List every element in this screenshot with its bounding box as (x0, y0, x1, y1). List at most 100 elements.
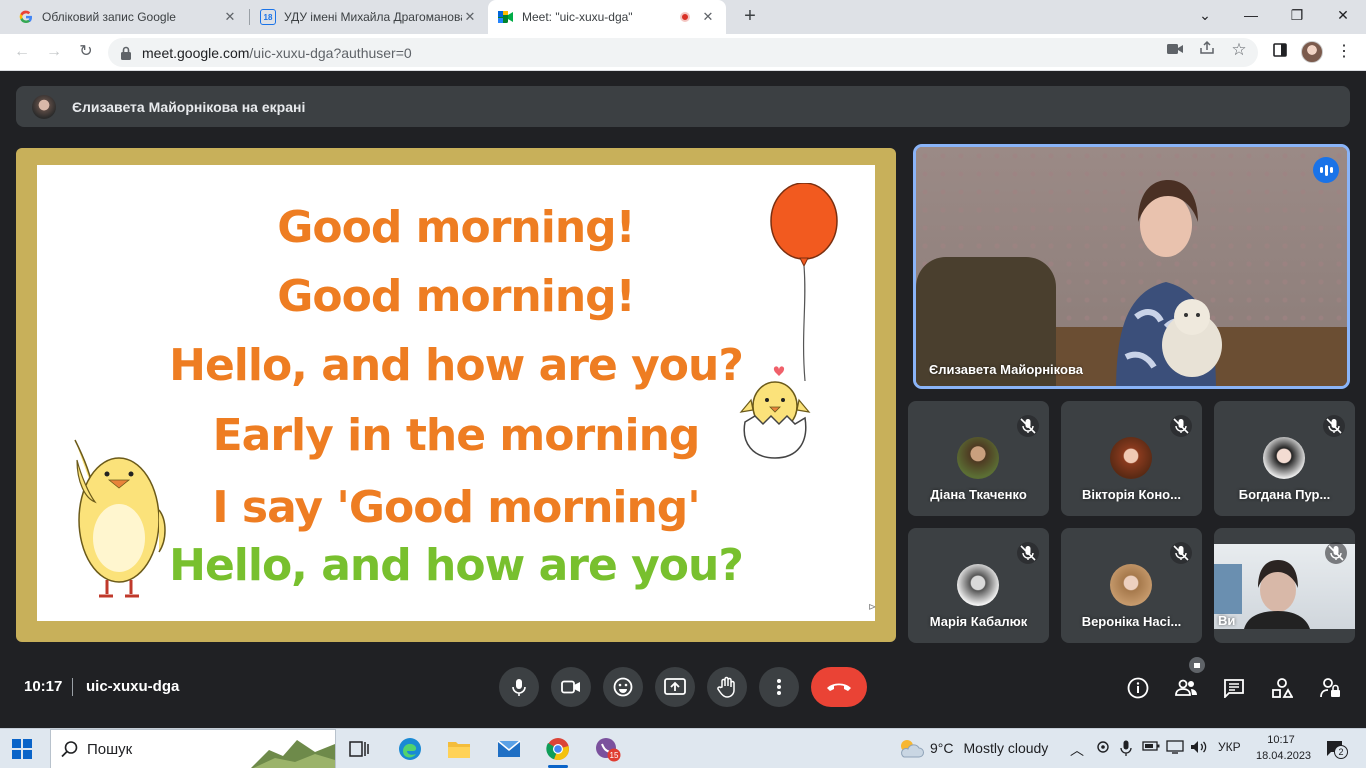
avatar (957, 437, 999, 479)
more-options-button[interactable] (759, 667, 799, 707)
presentation-stage[interactable]: Good morning! Good morning! Hello, and h… (16, 148, 896, 642)
tab-university[interactable]: 18 УДУ імені Михайла Драгоманова ✕ (250, 0, 488, 34)
tray-network-icon[interactable] (1166, 740, 1184, 757)
close-window-icon[interactable]: ✕ (1320, 0, 1366, 34)
meeting-details-button[interactable] (1124, 674, 1152, 702)
camera-button[interactable] (551, 667, 591, 707)
participant-name: Єлизавета Майорнікова (929, 362, 1083, 377)
presenter-avatar (32, 94, 56, 119)
side-panel-icon[interactable] (1268, 40, 1292, 64)
video-camera-icon (561, 680, 580, 694)
participant-tile[interactable]: Діана Ткаченко (908, 401, 1049, 516)
calendar-18-icon: 18 (260, 9, 276, 25)
divider (72, 678, 73, 696)
new-tab-icon[interactable]: + (738, 5, 762, 29)
avatar (957, 564, 999, 606)
slide-line-1: Good morning! (277, 202, 635, 253)
slide-line-2: Good morning! (277, 271, 635, 322)
mic-off-icon (1325, 542, 1347, 564)
address-bar[interactable]: meet.google.com/uic-xuxu-dga?authuser=0 (108, 38, 1258, 67)
mic-off-icon (1170, 542, 1192, 564)
participants-button[interactable] (1172, 674, 1200, 702)
url-host: meet.google.com (142, 44, 250, 61)
chrome-menu-icon[interactable]: ⋮ (1332, 40, 1356, 64)
participant-tile-self[interactable]: Ви (1214, 528, 1355, 643)
chrome-icon[interactable] (543, 735, 573, 768)
lock-person-icon (1320, 678, 1340, 698)
presentation-slide: Good morning! Good morning! Hello, and h… (37, 165, 877, 621)
microphone-button[interactable] (499, 667, 539, 707)
viber-icon[interactable]: 15 (593, 735, 623, 763)
participant-tile[interactable]: Вероніка Насі... (1061, 528, 1202, 643)
present-screen-icon (664, 678, 686, 695)
avatar (1110, 564, 1152, 606)
share-icon[interactable] (1196, 39, 1218, 61)
google-g-icon (18, 9, 34, 25)
participant-tile[interactable]: Вікторія Коно... (1061, 401, 1202, 516)
tab-close-icon[interactable]: ✕ (462, 9, 478, 25)
meeting-clock: 10:17 (24, 678, 63, 695)
activities-button[interactable] (1268, 674, 1296, 702)
mic-off-icon (1017, 542, 1039, 564)
mic-off-icon (1170, 415, 1192, 437)
profile-avatar[interactable] (1301, 41, 1323, 63)
keyboard-language[interactable]: УКР (1218, 740, 1241, 754)
tab-close-icon[interactable]: ✕ (222, 9, 238, 25)
forward-arrow-icon[interactable]: → (42, 40, 66, 64)
tab-close-icon[interactable]: ✕ (700, 9, 716, 25)
taskbar-clock[interactable]: 10:17 18.04.2023 (1256, 732, 1312, 764)
microphone-icon (512, 679, 526, 696)
tab-search-chevron-icon[interactable]: ⌄ (1182, 0, 1228, 34)
minimize-icon[interactable]: — (1228, 0, 1274, 34)
participant-tile-main[interactable]: Єлизавета Майорнікова (913, 144, 1350, 389)
tab-google-account[interactable]: Обліковий запис Google ✕ (8, 0, 248, 34)
maximize-icon[interactable]: ❐ (1274, 0, 1320, 34)
avatar (1110, 437, 1152, 479)
camera-icon[interactable] (1164, 39, 1186, 61)
notifications-icon[interactable]: 2 (1326, 739, 1348, 759)
present-screen-button[interactable] (655, 667, 695, 707)
activities-icon (1272, 678, 1293, 698)
reactions-button[interactable] (603, 667, 643, 707)
windows-start-icon[interactable] (12, 739, 32, 759)
taskbar-search[interactable]: Пошук (50, 729, 336, 768)
bookmark-star-icon[interactable]: ☆ (1228, 39, 1250, 61)
leave-call-button[interactable] (811, 667, 867, 707)
weather-widget[interactable]: 9°C Mostly cloudy (898, 737, 1048, 759)
participant-name: Богдана Пур... (1238, 487, 1331, 502)
tray-battery-icon[interactable] (1142, 740, 1160, 755)
chat-button[interactable] (1220, 674, 1248, 702)
presentation-banner: Єлизавета Майорнікова на екрані (16, 86, 1350, 127)
participant-name: Вікторія Коно... (1082, 487, 1181, 502)
participant-tile[interactable]: Марія Кабалюк (908, 528, 1049, 643)
back-arrow-icon[interactable]: ← (10, 40, 34, 64)
meet-icon (498, 9, 514, 25)
participant-name: Марія Кабалюк (929, 614, 1028, 629)
people-icon (1175, 679, 1197, 696)
raise-hand-button[interactable] (707, 667, 747, 707)
reload-icon[interactable]: ↻ (74, 40, 98, 64)
tray-overflow-chevron-icon[interactable]: ︿ (1070, 740, 1084, 760)
clock-date: 18.04.2023 (1256, 750, 1312, 762)
chick-in-egg-illustration (739, 366, 811, 459)
balloon-illustration (770, 183, 838, 382)
browser-tab-strip: Обліковий запис Google ✕ 18 УДУ імені Ми… (0, 0, 1366, 34)
tray-camera-icon[interactable] (1096, 740, 1110, 757)
avatar (1263, 437, 1305, 479)
mail-icon[interactable] (494, 735, 524, 763)
weather-temperature: 9°C (930, 740, 954, 756)
participant-tile[interactable]: Богдана Пур... (1214, 401, 1355, 516)
file-explorer-icon[interactable] (444, 735, 474, 763)
info-icon (1127, 677, 1149, 699)
mouse-cursor-icon: ⊳ (868, 602, 877, 613)
task-view-icon[interactable] (344, 735, 374, 763)
notifications-count: 2 (1338, 747, 1343, 757)
edge-icon[interactable] (395, 735, 425, 763)
emoji-icon (613, 677, 633, 697)
tray-microphone-icon[interactable] (1120, 740, 1132, 759)
tray-volume-icon[interactable] (1190, 740, 1208, 757)
participants-lock-badge (1189, 657, 1205, 673)
host-controls-button[interactable] (1316, 674, 1344, 702)
tab-meet[interactable]: Meet: "uic-xuxu-dga" ✕ (488, 0, 726, 34)
tab-title: Обліковий запис Google (42, 10, 176, 24)
